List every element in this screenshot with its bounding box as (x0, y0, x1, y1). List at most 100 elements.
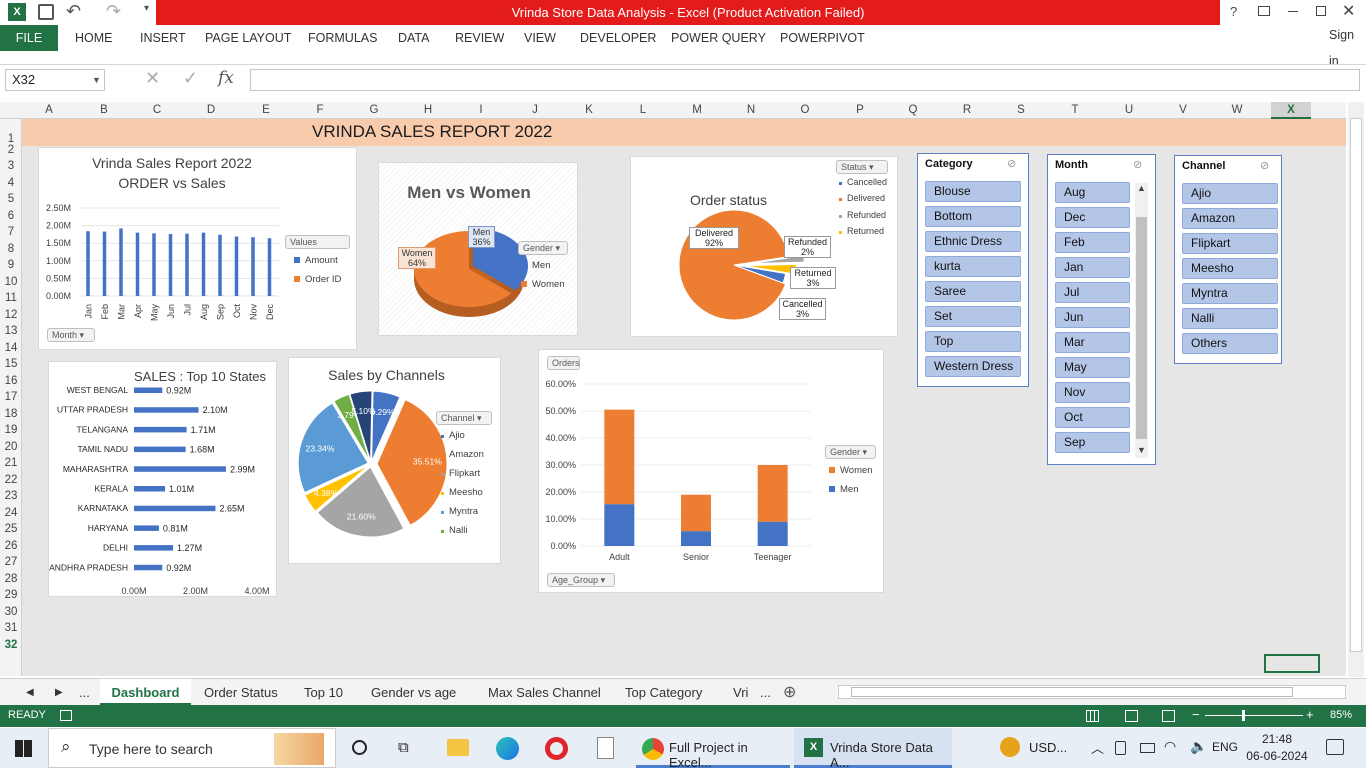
scroll-up-icon[interactable]: ▲ (1137, 183, 1146, 193)
slicer-item-month-feb[interactable]: Feb (1055, 232, 1130, 253)
column-header-r[interactable]: R (947, 102, 987, 119)
row-header-23[interactable]: 23 (0, 490, 22, 502)
restore-button[interactable] (1316, 6, 1326, 16)
channel-field-button[interactable]: Channel ▾ (436, 411, 492, 425)
column-header-f[interactable]: F (300, 102, 340, 119)
vertical-scrollbar[interactable] (1348, 102, 1364, 677)
gender-field-button-2[interactable]: Gender ▾ (825, 445, 876, 459)
column-header-e[interactable]: E (246, 102, 286, 119)
row-header-17[interactable]: 17 (0, 391, 22, 403)
cancel-entry-icon[interactable]: ✕ (145, 68, 160, 89)
row-header-27[interactable]: 27 (0, 556, 22, 568)
windows-start-icon[interactable] (15, 740, 32, 757)
row-header-13[interactable]: 13 (0, 325, 22, 337)
qat-customize-icon[interactable]: ▾ (144, 3, 149, 14)
row-header-14[interactable]: 14 (0, 342, 22, 354)
slicer-item-month-may[interactable]: May (1055, 357, 1130, 378)
row-header-9[interactable]: 9 (0, 259, 22, 271)
slicer-item-channel-amazon[interactable]: Amazon (1182, 208, 1278, 229)
cortana-icon[interactable] (352, 740, 367, 755)
slicer-item-category-ethnic-dress[interactable]: Ethnic Dress (925, 231, 1021, 252)
macro-record-icon[interactable] (60, 710, 72, 721)
row-header-28[interactable]: 28 (0, 573, 22, 585)
tab-vri[interactable]: Vri (733, 679, 748, 706)
row-header-18[interactable]: 18 (0, 408, 22, 420)
column-header-u[interactable]: U (1109, 102, 1149, 119)
column-header-j[interactable]: J (515, 102, 555, 119)
slicer-item-category-set[interactable]: Set (925, 306, 1021, 327)
save-icon[interactable] (38, 4, 54, 20)
help-button[interactable]: ? (1230, 4, 1237, 19)
slicer-item-channel-myntra[interactable]: Myntra (1182, 283, 1278, 304)
slicer-item-channel-meesho[interactable]: Meesho (1182, 258, 1278, 279)
tab-powerpivot[interactable]: POWERPIVOT (780, 25, 865, 51)
taskbar-search-box[interactable]: ⌕ Type here to search (48, 728, 336, 768)
edge-icon[interactable] (496, 737, 519, 760)
category-slicer[interactable]: Category ⊘ BlouseBottomEthnic Dresskurta… (917, 153, 1029, 387)
month-slicer[interactable]: Month ⊘ AugDecFebJanJulJunMarMayNovOctSe… (1047, 154, 1156, 465)
row-header-8[interactable]: 8 (0, 243, 22, 255)
zoom-slider[interactable] (1205, 715, 1303, 716)
notepad-icon[interactable] (597, 737, 614, 759)
task-view-icon[interactable]: ⧉ (398, 739, 409, 756)
currency-widget-label[interactable]: USD... (1029, 740, 1067, 755)
row-header-7[interactable]: 7 (0, 226, 22, 238)
minimize-button[interactable] (1288, 11, 1298, 12)
notification-center-icon[interactable] (1326, 739, 1344, 755)
page-break-view-icon[interactable] (1162, 710, 1175, 722)
horizontal-scroll-thumb[interactable] (851, 687, 1293, 697)
slicer-item-month-mar[interactable]: Mar (1055, 332, 1130, 353)
redo-icon[interactable]: ↷ (106, 1, 121, 22)
undo-icon[interactable]: ↶ (66, 1, 81, 22)
clear-filter-icon[interactable]: ⊘ (1260, 159, 1269, 172)
name-box[interactable]: X32▼ (5, 69, 105, 91)
column-header-k[interactable]: K (569, 102, 609, 119)
slicer-item-month-aug[interactable]: Aug (1055, 182, 1130, 203)
slicer-item-month-sep[interactable]: Sep (1055, 432, 1130, 453)
row-header-4[interactable]: 4 (0, 177, 22, 189)
tab-top-category[interactable]: Top Category (625, 679, 702, 706)
tab-view[interactable]: VIEW (524, 25, 556, 51)
row-header-32[interactable]: 32 (0, 639, 22, 651)
row-header-29[interactable]: 29 (0, 589, 22, 601)
more-tabs-button[interactable]: ... (760, 679, 771, 706)
column-header-a[interactable]: A (29, 102, 69, 119)
system-tray-chevron-icon[interactable]: ︿ (1091, 738, 1104, 757)
tab-developer[interactable]: DEVELOPER (580, 25, 656, 51)
row-header-2[interactable]: 2 (0, 144, 22, 156)
chevron-down-icon[interactable]: ▼ (92, 70, 101, 90)
row-header-12[interactable]: 12 (0, 309, 22, 321)
formula-input[interactable] (250, 69, 1360, 91)
zoom-in-icon[interactable]: + (1306, 707, 1314, 722)
tab-data[interactable]: DATA (398, 25, 429, 51)
tab-file[interactable]: FILE (0, 25, 58, 51)
next-sheet-icon[interactable]: ▶ (55, 679, 63, 706)
close-button[interactable]: ✕ (1342, 1, 1355, 21)
clock-time[interactable]: 21:48 (1248, 732, 1306, 746)
slicer-item-channel-ajio[interactable]: Ajio (1182, 183, 1278, 204)
taskbar-app-excel[interactable]: X Vrinda Store Data A... (794, 728, 952, 768)
gender-field-button[interactable]: Gender ▾ (518, 241, 568, 255)
new-sheet-icon[interactable]: ⊕ (783, 679, 796, 706)
opera-icon[interactable] (545, 737, 568, 760)
slicer-item-month-jul[interactable]: Jul (1055, 282, 1130, 303)
zoom-slider-thumb[interactable] (1242, 710, 1245, 721)
tab-review[interactable]: REVIEW (455, 25, 504, 51)
column-header-l[interactable]: L (623, 102, 663, 119)
row-header-30[interactable]: 30 (0, 606, 22, 618)
slicer-item-month-jan[interactable]: Jan (1055, 257, 1130, 278)
column-header-m[interactable]: M (677, 102, 717, 119)
insert-function-icon[interactable]: fx (218, 68, 234, 88)
column-header-s[interactable]: S (1001, 102, 1041, 119)
men-vs-women-chart[interactable]: Men vs Women Men 36% Women 64% Gender ▾ … (378, 162, 578, 336)
column-header-q[interactable]: Q (893, 102, 933, 119)
ribbon-display-icon[interactable] (1258, 6, 1270, 16)
order-status-chart[interactable]: Order status Status ▾ Cancelled Delivere… (630, 156, 898, 337)
row-header-6[interactable]: 6 (0, 210, 22, 222)
tab-order-status[interactable]: Order Status (204, 679, 278, 706)
row-header-22[interactable]: 22 (0, 474, 22, 486)
clear-filter-icon[interactable]: ⊘ (1007, 157, 1016, 170)
row-header-21[interactable]: 21 (0, 457, 22, 469)
status-field-button[interactable]: Status ▾ (836, 160, 888, 174)
scroll-down-icon[interactable]: ▼ (1137, 445, 1146, 455)
